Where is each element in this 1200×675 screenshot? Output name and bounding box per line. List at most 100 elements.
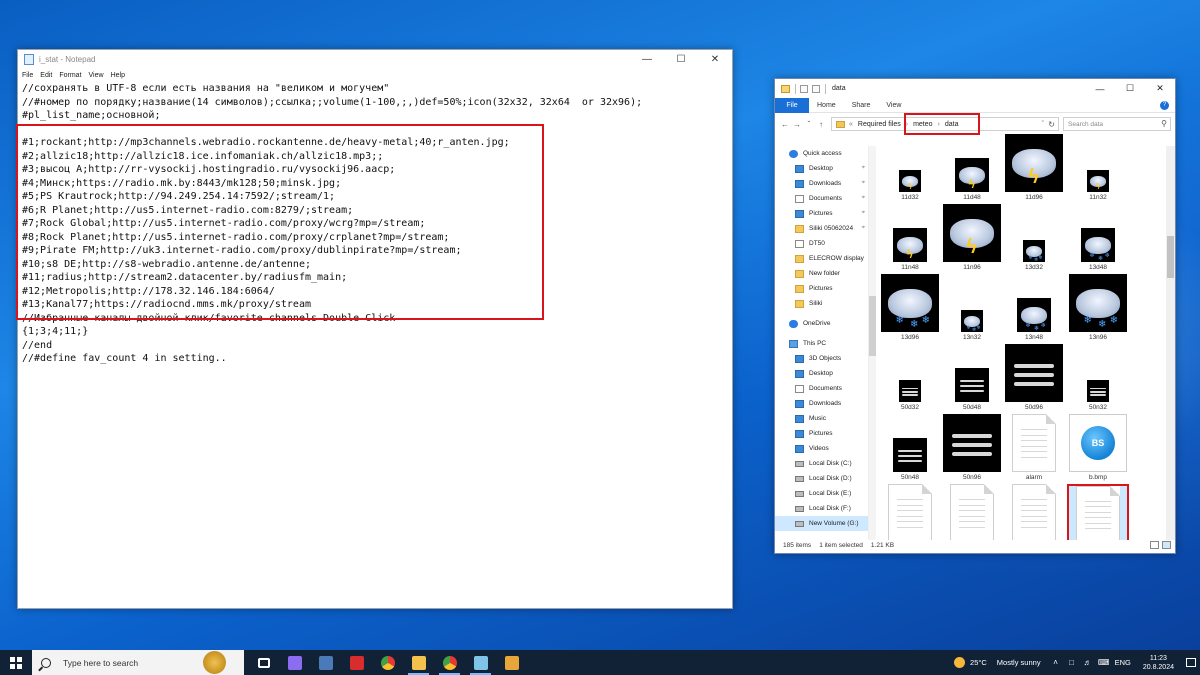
- close-button[interactable]: ✕: [698, 50, 732, 69]
- taskbar-app[interactable]: [248, 650, 279, 675]
- keyboard-icon[interactable]: ⌨: [1098, 658, 1110, 668]
- content-scrollbar[interactable]: [1166, 146, 1175, 540]
- nav-item[interactable]: Documents: [775, 381, 868, 396]
- weather-sun-icon[interactable]: [954, 657, 966, 668]
- file-item[interactable]: ϟ 11d96: [1003, 134, 1065, 204]
- nav-item[interactable]: Documents ⌖: [775, 191, 868, 206]
- file-item[interactable]: 50d32: [879, 344, 941, 414]
- taskbar-app[interactable]: [279, 650, 310, 675]
- file-item[interactable]: ❄ ❄ ❄ 13d32: [1003, 204, 1065, 274]
- taskbar-app[interactable]: [403, 650, 434, 675]
- menu-edit[interactable]: Edit: [40, 72, 52, 79]
- volume-icon[interactable]: ♬: [1083, 658, 1093, 668]
- file-item[interactable]: i_stat: [1067, 484, 1129, 540]
- tab-file[interactable]: File: [775, 97, 809, 113]
- pin-icon[interactable]: ⌖: [862, 165, 865, 172]
- nav-item[interactable]: DT50: [775, 236, 868, 251]
- large-icons-view-icon[interactable]: [1162, 541, 1171, 549]
- forward-icon[interactable]: →: [791, 120, 803, 129]
- nav-item[interactable]: Local Disk (F:): [775, 501, 868, 516]
- help-icon[interactable]: ?: [1160, 100, 1169, 110]
- tab-share[interactable]: Share: [844, 102, 879, 109]
- menu-view[interactable]: View: [89, 72, 104, 79]
- file-item[interactable]: ϟ 11n48: [879, 204, 941, 274]
- file-item[interactable]: ❄ ❄ ❄ 13n32: [941, 274, 1003, 344]
- nav-item[interactable]: Siliki 05062024 ⌖: [775, 221, 868, 236]
- nav-item[interactable]: Pictures ⌖: [775, 206, 868, 221]
- details-view-icon[interactable]: [1150, 541, 1159, 549]
- file-item[interactable]: holiday: [1003, 484, 1065, 540]
- nav-item[interactable]: Quick access: [775, 146, 868, 161]
- nav-item[interactable]: ELECROW display: [775, 251, 868, 266]
- file-item[interactable]: 50d48: [941, 344, 1003, 414]
- nav-item[interactable]: Videos: [775, 441, 868, 456]
- file-item[interactable]: fm: [941, 484, 1003, 540]
- breadcrumb-data[interactable]: data: [945, 121, 959, 128]
- file-item[interactable]: ϟ 11n96: [941, 204, 1003, 274]
- file-item[interactable]: 50n96: [941, 414, 1003, 484]
- file-item[interactable]: ❄ ❄ ❄ 13d48: [1067, 204, 1129, 274]
- nav-item[interactable]: OneDrive: [775, 316, 868, 331]
- nav-item[interactable]: Pictures: [775, 281, 868, 296]
- chevron-down-icon[interactable]: ˇ: [1042, 121, 1044, 128]
- nav-item[interactable]: Local Disk (C:): [775, 456, 868, 471]
- clock[interactable]: 11:23 20.8.2024: [1143, 654, 1174, 672]
- nav-scrollbar[interactable]: [869, 146, 876, 540]
- notifications-button[interactable]: [1182, 650, 1200, 675]
- file-item[interactable]: alarm: [1003, 414, 1065, 484]
- language-indicator[interactable]: ENG: [1115, 658, 1131, 667]
- chevron-up-icon[interactable]: ˄: [1051, 658, 1061, 668]
- taskbar-app[interactable]: [341, 650, 372, 675]
- taskbar-app[interactable]: [310, 650, 341, 675]
- notepad-text-area[interactable]: //сохранять в UTF-8 если есть названия н…: [22, 82, 728, 604]
- nav-item[interactable]: Local Disk (E:): [775, 486, 868, 501]
- file-item[interactable]: ❄ ❄ ❄ 13n96: [1067, 274, 1129, 344]
- taskbar-app[interactable]: [465, 650, 496, 675]
- nav-item[interactable]: Desktop: [775, 366, 868, 381]
- nav-item[interactable]: This PC: [775, 336, 868, 351]
- notepad-titlebar[interactable]: i_stat - Notepad — ☐ ✕: [18, 50, 732, 69]
- file-item[interactable]: ❄ ❄ ❄ 13n48: [1003, 274, 1065, 344]
- nav-item[interactable]: Pictures: [775, 426, 868, 441]
- start-button[interactable]: [0, 650, 32, 675]
- file-item[interactable]: BS b.bmp: [1067, 414, 1129, 484]
- pin-icon[interactable]: ⌖: [862, 180, 865, 187]
- network-icon[interactable]: □: [1067, 658, 1077, 668]
- content-scrollbar-thumb[interactable]: [1167, 236, 1174, 278]
- notepad-window[interactable]: i_stat - Notepad — ☐ ✕ File Edit Format …: [16, 49, 733, 609]
- refresh-icon[interactable]: ↻: [1048, 120, 1055, 129]
- file-item[interactable]: config: [879, 484, 941, 540]
- weather-text[interactable]: Mostly sunny: [997, 658, 1041, 667]
- nav-item[interactable]: Downloads ⌖: [775, 176, 868, 191]
- file-item[interactable]: 50d96: [1003, 344, 1065, 414]
- search-highlight-icon[interactable]: [203, 651, 226, 674]
- nav-item[interactable]: Music: [775, 411, 868, 426]
- taskbar-app[interactable]: [496, 650, 527, 675]
- recent-chevron-icon[interactable]: ˇ: [803, 120, 815, 129]
- new-folder-icon[interactable]: [812, 84, 820, 93]
- weather-temp[interactable]: 25°C: [970, 658, 987, 667]
- nav-item[interactable]: New Volume (G:): [775, 516, 868, 531]
- nav-item[interactable]: Desktop ⌖: [775, 161, 868, 176]
- pin-icon[interactable]: ⌖: [862, 225, 865, 232]
- minimize-button[interactable]: —: [1085, 79, 1115, 98]
- nav-item[interactable]: New folder: [775, 266, 868, 281]
- up-icon[interactable]: ↑: [815, 120, 827, 129]
- file-item[interactable]: 50n48: [879, 414, 941, 484]
- maximize-button[interactable]: ☐: [1115, 79, 1145, 98]
- file-explorer-window[interactable]: data — ☐ ✕ File Home Share View ? ← → ˇ …: [774, 78, 1176, 554]
- back-icon[interactable]: ←: [779, 120, 791, 129]
- file-item[interactable]: 50n32: [1067, 344, 1129, 414]
- properties-icon[interactable]: [800, 84, 808, 93]
- file-item[interactable]: ϟ 11d32: [879, 134, 941, 204]
- breadcrumb-required-files[interactable]: Required files: [858, 121, 901, 128]
- file-item[interactable]: ϟ 11d48: [941, 134, 1003, 204]
- close-button[interactable]: ✕: [1145, 79, 1175, 98]
- tab-view[interactable]: View: [878, 102, 909, 109]
- taskbar-search-input[interactable]: Type here to search: [32, 650, 244, 675]
- menu-format[interactable]: Format: [59, 72, 81, 79]
- taskbar-app[interactable]: [372, 650, 403, 675]
- nav-item[interactable]: Downloads: [775, 396, 868, 411]
- pin-icon[interactable]: ⌖: [862, 210, 865, 217]
- overflow-chevron[interactable]: «: [849, 121, 853, 128]
